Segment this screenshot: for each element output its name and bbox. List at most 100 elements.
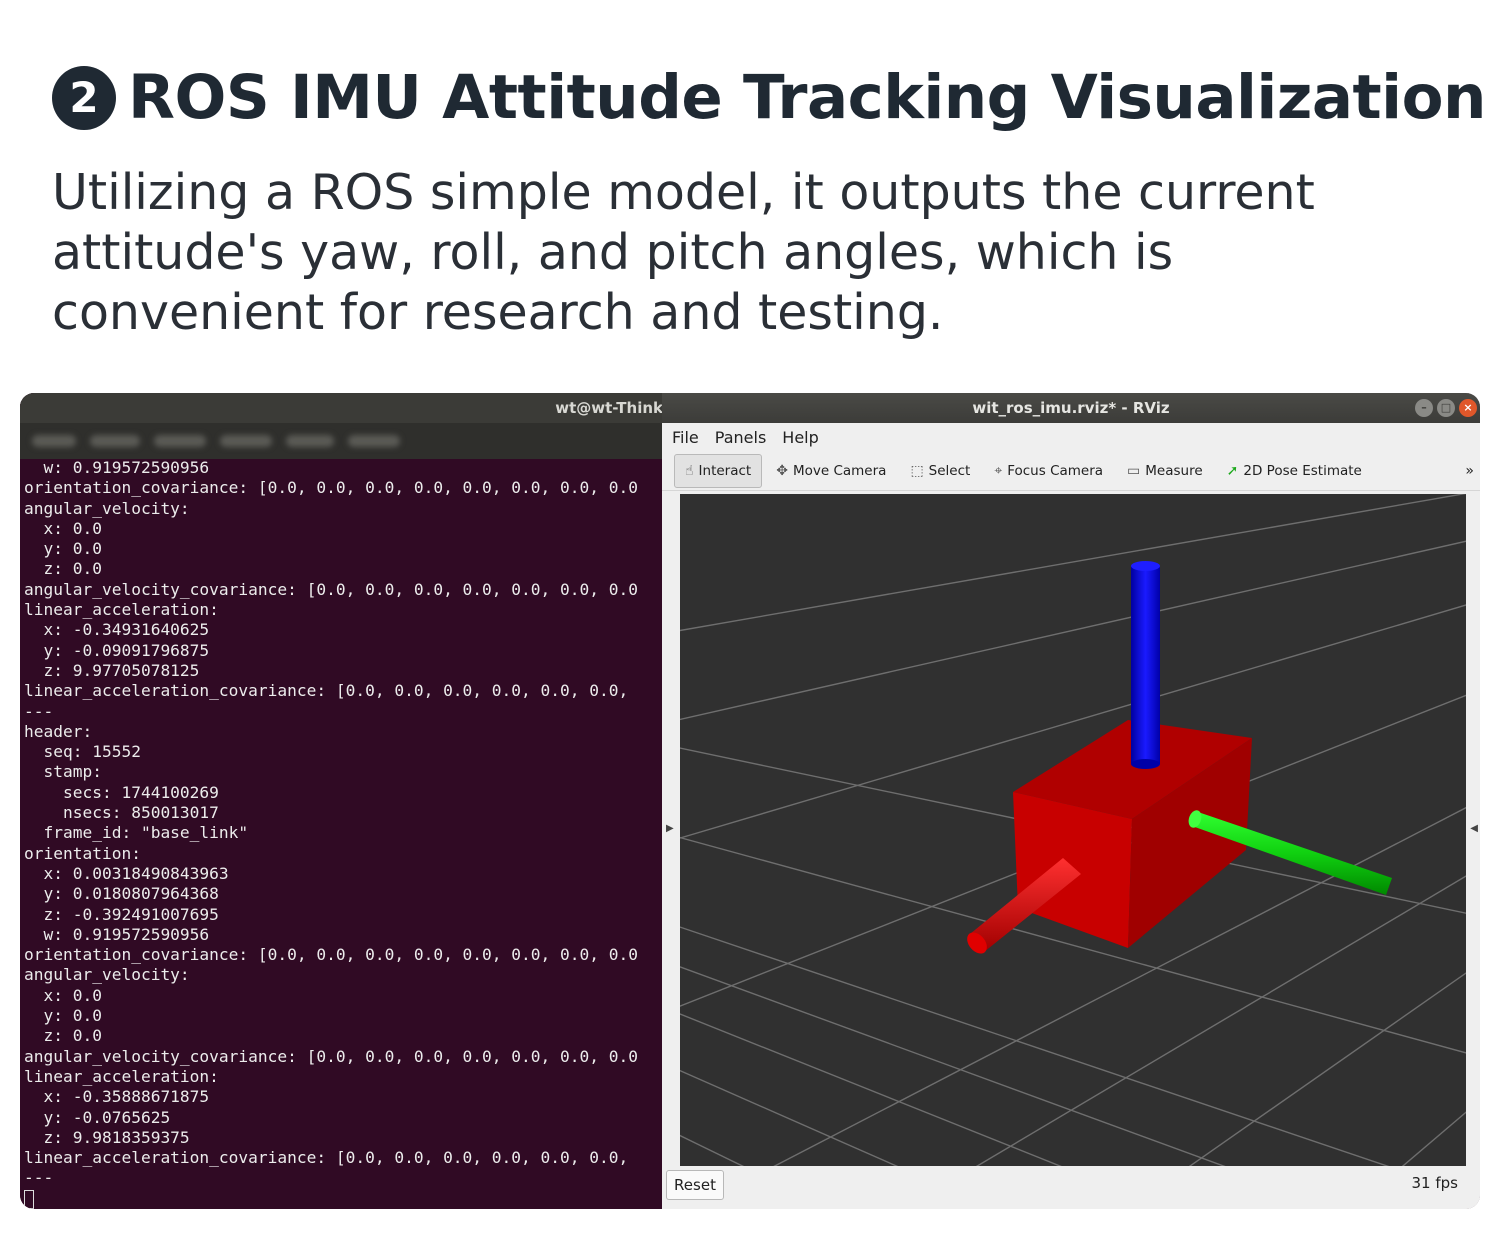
- rviz-titlebar[interactable]: wit_ros_imu.rviz* - RViz – □ ×: [662, 393, 1480, 423]
- terminal-line: ---: [24, 1168, 54, 1188]
- window-controls: – □ ×: [1415, 399, 1477, 417]
- terminal-line: z: 0.0: [24, 1026, 102, 1046]
- select-icon: ⬚: [910, 462, 924, 479]
- terminal-title: wt@wt-ThinkP: [555, 399, 662, 417]
- menu-file[interactable]: File: [672, 428, 699, 447]
- terminal-line: z: -0.392491007695: [24, 904, 219, 924]
- terminal-line: angular_velocity:: [24, 965, 190, 985]
- page-title: ROS IMU Attitude Tracking Visualization: [128, 62, 1486, 133]
- terminal-line: y: 0.0: [24, 1006, 102, 1026]
- fps-readout: 31 fps: [1411, 1174, 1458, 1192]
- blurred-menu-item: [90, 435, 140, 447]
- tool-measure-button[interactable]: ▭ Measure: [1117, 454, 1213, 488]
- move-camera-icon: ✥: [776, 462, 788, 479]
- terminal-line: x: 0.00318490843963: [24, 863, 229, 883]
- blurred-menu-item: [286, 435, 334, 447]
- tool-label: Interact: [698, 462, 752, 479]
- terminal-line: z: 0.0: [24, 559, 102, 579]
- rviz-title: wit_ros_imu.rviz* - RViz: [972, 399, 1170, 417]
- terminal-line: angular_velocity:: [24, 498, 190, 518]
- terminal-line: secs: 1744100269: [24, 782, 219, 802]
- close-icon[interactable]: ×: [1459, 399, 1477, 417]
- terminal-cursor: [24, 1189, 34, 1209]
- tool-label: Measure: [1145, 462, 1203, 479]
- terminal-titlebar[interactable]: wt@wt-ThinkP: [20, 393, 662, 423]
- tool-label: Focus Camera: [1007, 462, 1104, 479]
- subtitle-line: convenient for research and testing.: [52, 284, 944, 341]
- terminal-line: nsecs: 850013017: [24, 803, 219, 823]
- terminal-line: y: 0.0: [24, 539, 102, 559]
- terminal-line: orientation_covariance: [0.0, 0.0, 0.0, …: [24, 945, 638, 965]
- terminal-window[interactable]: wt@wt-ThinkP w: 0.919572590956orientatio…: [20, 393, 662, 1209]
- terminal-line: angular_velocity_covariance: [0.0, 0.0, …: [24, 579, 638, 599]
- grid-line: [1401, 1111, 1466, 1166]
- terminal-menubar: [20, 423, 662, 459]
- terminal-line: w: 0.919572590956: [24, 924, 210, 944]
- terminal-line: z: 9.9818359375: [24, 1127, 190, 1147]
- tool-focus-camera-button[interactable]: ⌖ Focus Camera: [984, 454, 1113, 488]
- grid-line: [680, 1134, 745, 1166]
- terminal-line: seq: 15552: [24, 742, 141, 762]
- heading: 2 ROS IMU Attitude Tracking Visualizatio…: [52, 62, 1486, 133]
- terminal-line: x: 0.0: [24, 985, 102, 1005]
- terminal-line: linear_acceleration_covariance: [0.0, 0.…: [24, 1148, 629, 1168]
- pose-arrow-icon: ➚: [1226, 462, 1239, 479]
- terminal-line: x: -0.34931640625: [24, 620, 210, 640]
- tool-label: 2D Pose Estimate: [1243, 462, 1362, 479]
- desktop-screenshot: wt@wt-ThinkP w: 0.919572590956orientatio…: [20, 393, 1480, 1209]
- tool-label: Select: [928, 462, 971, 479]
- tool-select-button[interactable]: ⬚ Select: [900, 454, 980, 488]
- tool-interact-button[interactable]: ☝ Interact: [674, 453, 763, 488]
- blurred-menu-item: [348, 435, 400, 447]
- subtitle-line: attitude's yaw, roll, and pitch angles, …: [52, 224, 1174, 281]
- focus-camera-icon: ⌖: [994, 462, 1003, 479]
- tool-move-camera-button[interactable]: ✥ Move Camera: [766, 454, 896, 488]
- terminal-line: stamp:: [24, 762, 102, 782]
- hand-icon: ☝: [685, 462, 694, 479]
- tool-2d-pose-estimate-button[interactable]: ➚ 2D Pose Estimate: [1217, 454, 1372, 488]
- grid-line: [680, 494, 1466, 632]
- terminal-line: angular_velocity_covariance: [0.0, 0.0, …: [24, 1046, 638, 1066]
- 3d-viewport[interactable]: [680, 494, 1466, 1166]
- terminal-line: linear_acceleration:: [24, 600, 219, 620]
- terminal-line: x: -0.35888671875: [24, 1087, 210, 1107]
- rviz-window: wit_ros_imu.rviz* - RViz – □ × File Pane…: [662, 393, 1480, 1209]
- grid-line: [680, 1069, 899, 1166]
- scene-svg[interactable]: [680, 494, 1466, 1166]
- terminal-line: z: 9.97705078125: [24, 660, 200, 680]
- terminal-line: linear_acceleration:: [24, 1066, 219, 1086]
- ruler-icon: ▭: [1127, 462, 1141, 479]
- subtitle-line: Utilizing a ROS simple model, it outputs…: [52, 164, 1315, 221]
- grid-line: [680, 540, 1466, 721]
- rviz-toolbar: ☝ Interact ✥ Move Camera ⬚ Select ⌖ Focus Camer…: [662, 451, 1480, 491]
- maximize-icon[interactable]: □: [1437, 399, 1455, 417]
- terminal-line: y: -0.0765625: [24, 1107, 171, 1127]
- terminal-line: ---: [24, 701, 54, 721]
- z-axis-cylinder: [1131, 561, 1160, 769]
- rviz-menubar: File Panels Help: [662, 423, 1480, 451]
- menu-panels[interactable]: Panels: [715, 428, 767, 447]
- terminal-prompt[interactable]: [24, 1189, 662, 1209]
- terminal-line: orientation:: [24, 843, 141, 863]
- terminal-line: orientation_covariance: [0.0, 0.0, 0.0, …: [24, 478, 638, 498]
- menu-help[interactable]: Help: [782, 428, 818, 447]
- terminal-line: linear_acceleration_covariance: [0.0, 0.…: [24, 681, 629, 701]
- left-panel-toggle-icon[interactable]: ▶: [666, 823, 674, 834]
- blurred-menu-item: [32, 435, 76, 447]
- step-number-badge: 2: [52, 65, 116, 130]
- terminal-line: y: 0.0180807964368: [24, 884, 219, 904]
- minimize-icon[interactable]: –: [1415, 399, 1433, 417]
- terminal-output[interactable]: w: 0.919572590956 orientation_covariance:…: [24, 458, 662, 1209]
- right-panel-toggle-icon[interactable]: ◀: [1470, 823, 1478, 834]
- terminal-line: x: 0.0: [24, 518, 102, 538]
- toolbar-overflow-icon[interactable]: »: [1465, 463, 1474, 479]
- terminal-line: y: -0.09091796875: [24, 640, 210, 660]
- page-subtitle: Utilizing a ROS simple model, it outputs…: [52, 163, 1452, 343]
- terminal-line: frame_id: "base_link": [24, 823, 249, 843]
- terminal-line: header:: [24, 721, 93, 741]
- terminal-line: w: 0.919572590956: [24, 458, 210, 477]
- tool-label: Move Camera: [792, 462, 887, 479]
- reset-button[interactable]: Reset: [666, 1170, 724, 1200]
- blurred-menu-item: [154, 435, 206, 447]
- blurred-menu-item: [220, 435, 272, 447]
